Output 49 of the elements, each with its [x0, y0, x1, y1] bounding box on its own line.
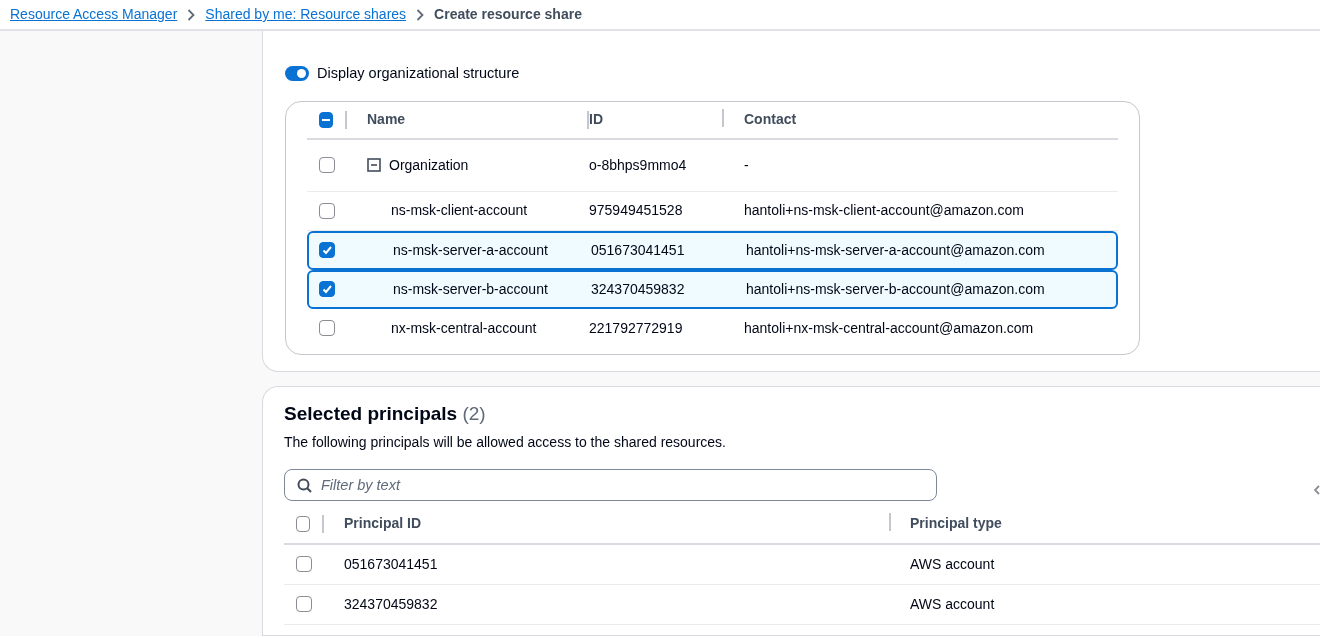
account-id: 324370459832	[591, 279, 686, 299]
toggle-label: Display organizational structure	[317, 64, 520, 83]
contact-email: hantoli+nx-msk-central-account@amazon.com	[744, 318, 1035, 338]
column-header: Name	[367, 110, 406, 130]
account-id: 051673041451	[591, 240, 686, 260]
account-name: ns-msk-server-a-account	[393, 240, 548, 260]
checkbox[interactable]	[296, 515, 311, 532]
account-name: nx-msk-central-account	[391, 318, 537, 338]
account-name: ns-msk-server-b-account	[393, 279, 548, 299]
check-icon	[321, 244, 333, 257]
account-name: ns-msk-client-account	[391, 201, 528, 221]
check-icon	[321, 283, 333, 296]
principal-id: 324370459832	[343, 594, 439, 614]
breadcrumb-link[interactable]: Shared by me: Resource shares	[205, 4, 407, 25]
section-description: The following principals will be allowed access to the shared resources.	[284, 432, 727, 452]
chevron-left-icon[interactable]	[1314, 485, 1320, 495]
checkbox[interactable]	[296, 556, 312, 573]
column-header: Principal ID	[344, 514, 422, 534]
checkbox[interactable]	[296, 596, 312, 613]
column-header: ID	[589, 110, 603, 130]
search-icon	[297, 477, 312, 493]
checkbox[interactable]	[319, 202, 335, 219]
account-id: 975949451528	[589, 201, 684, 221]
checkbox[interactable]	[319, 320, 335, 337]
contact-email: hantoli+ns-msk-server-a-account@amazon.com	[746, 240, 1046, 260]
account-name: Organization	[389, 155, 469, 175]
checkbox[interactable]	[319, 281, 335, 298]
checkbox[interactable]	[319, 242, 335, 259]
contact-email: -	[744, 155, 750, 175]
selection-count: (2)	[462, 403, 486, 424]
account-id: 221792772919	[589, 318, 684, 338]
column-header: Principal type	[910, 515, 1002, 532]
contact-email: hantoli+ns-msk-client-account@amazon.com	[744, 201, 1025, 221]
chevron-right-icon	[187, 8, 196, 21]
account-id: o-8bhps9mmo4	[589, 155, 688, 175]
toggle-switch[interactable]	[285, 66, 309, 82]
contact-email: hantoli+ns-msk-server-b-account@amazon.com	[746, 279, 1046, 299]
principal-id: 051673041451	[343, 554, 439, 574]
section-title: Selected principals	[284, 403, 458, 424]
checkbox[interactable]	[319, 157, 335, 174]
checkbox[interactable]	[319, 111, 334, 128]
collapse-icon[interactable]	[367, 158, 381, 173]
breadcrumb-link[interactable]: Resource Access Manager	[10, 4, 178, 25]
breadcrumb-current: Create resource share	[434, 5, 582, 24]
chevron-right-icon	[416, 8, 425, 21]
principal-type: AWS account	[909, 594, 996, 614]
search-field[interactable]: Filter by text	[284, 468, 937, 501]
principal-type: AWS account	[909, 554, 996, 574]
column-header: Contact	[744, 111, 797, 128]
